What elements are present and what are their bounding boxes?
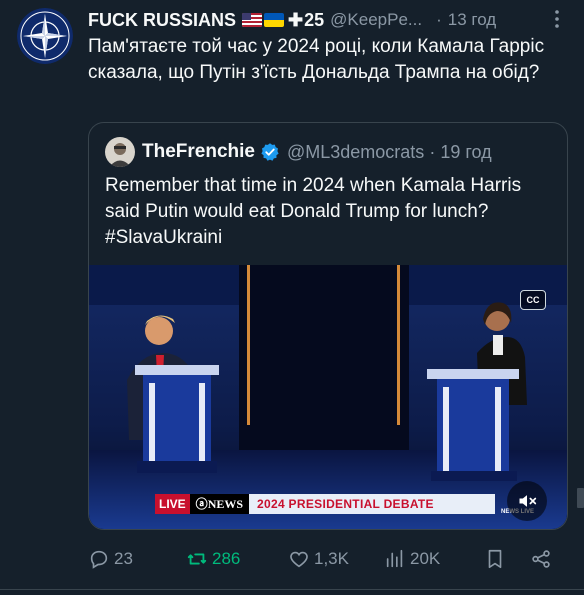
author-display-name[interactable]: FUCK RUSSIANS — [88, 10, 236, 31]
network-logo: ⓐNEWS — [189, 494, 250, 514]
quoted-tweet[interactable]: TheFrenchie @ML3democrats · 19 год Remem… — [88, 122, 568, 530]
repost-icon — [187, 553, 207, 565]
views-count: 20K — [410, 549, 441, 568]
avatar-photo-icon — [105, 137, 135, 167]
live-badge: LIVE — [155, 494, 190, 514]
author-avatar[interactable] — [17, 8, 73, 64]
reply-button[interactable]: 23 — [88, 542, 133, 576]
network-label: NEWS — [207, 497, 244, 511]
bookmark-button[interactable] — [484, 542, 506, 576]
bookmark-icon — [488, 549, 502, 569]
quoted-tweet-separator: · — [429, 141, 436, 162]
like-count: 1,3K — [314, 549, 349, 568]
quoted-author-handle[interactable]: @ML3democrats — [287, 142, 424, 163]
quoted-tweet-text: Remember that time in 2024 when Kamala H… — [105, 175, 522, 248]
tweet-divider — [0, 589, 584, 590]
ukraine-flag-icon — [264, 13, 285, 27]
name-emoji-badges: ✚ — [242, 10, 303, 31]
share-button[interactable] — [530, 542, 552, 576]
speaker-muted-icon — [519, 495, 537, 507]
author-handle[interactable]: @KeepPe... — [330, 10, 422, 30]
reply-icon — [90, 550, 108, 569]
repost-count: 286 — [212, 549, 241, 568]
quoted-tweet-header: TheFrenchie @ML3democrats · 19 год — [105, 137, 492, 167]
tweet-actions-bar: 23 286 1,3K 20K — [88, 542, 566, 576]
views-chart-icon — [386, 549, 403, 568]
repost-button[interactable]: 286 — [186, 542, 240, 576]
scrollbar-thumb[interactable] — [577, 488, 584, 508]
broadcast-title: 2024 PRESIDENTIAL DEBATE — [249, 494, 495, 514]
share-icon — [532, 550, 550, 568]
video-player[interactable]: CC LIVE ⓐNEWS 2024 PRESIDENTIAL DEBATE N… — [89, 265, 567, 529]
us-flag-icon — [242, 13, 263, 27]
views-button[interactable]: 20K — [384, 542, 440, 576]
heart-icon — [290, 551, 308, 568]
mute-button[interactable] — [507, 481, 547, 521]
abc-icon: ⓐ — [195, 497, 208, 511]
broadcast-lower-third: LIVE ⓐNEWS 2024 PRESIDENTIAL DEBATE — [155, 494, 495, 514]
tweet-timestamp[interactable]: 13 год — [448, 10, 496, 30]
quoted-tweet-timestamp[interactable]: 19 год — [440, 142, 491, 163]
verified-badge-icon — [260, 142, 280, 162]
quoted-author-display-name[interactable]: TheFrenchie — [142, 141, 255, 163]
reply-count: 23 — [114, 549, 133, 568]
closed-captions-button[interactable]: CC — [520, 290, 546, 310]
nato-star-icon — [17, 8, 73, 64]
more-options-icon[interactable] — [549, 8, 565, 30]
debate-stage-video-frame — [89, 265, 567, 529]
like-button[interactable]: 1,3K — [288, 542, 349, 576]
separator-dot: · — [436, 10, 442, 29]
quoted-author-avatar[interactable] — [105, 137, 135, 167]
badge-count: 25 — [304, 9, 325, 30]
tweet-header: FUCK RUSSIANS ✚ 25 @KeepPe... · 13 год — [88, 8, 568, 32]
cross-icon: ✚ — [288, 9, 304, 30]
tweet-text: Пам'ятаєте той час у 2024 році, коли Кам… — [88, 36, 545, 83]
